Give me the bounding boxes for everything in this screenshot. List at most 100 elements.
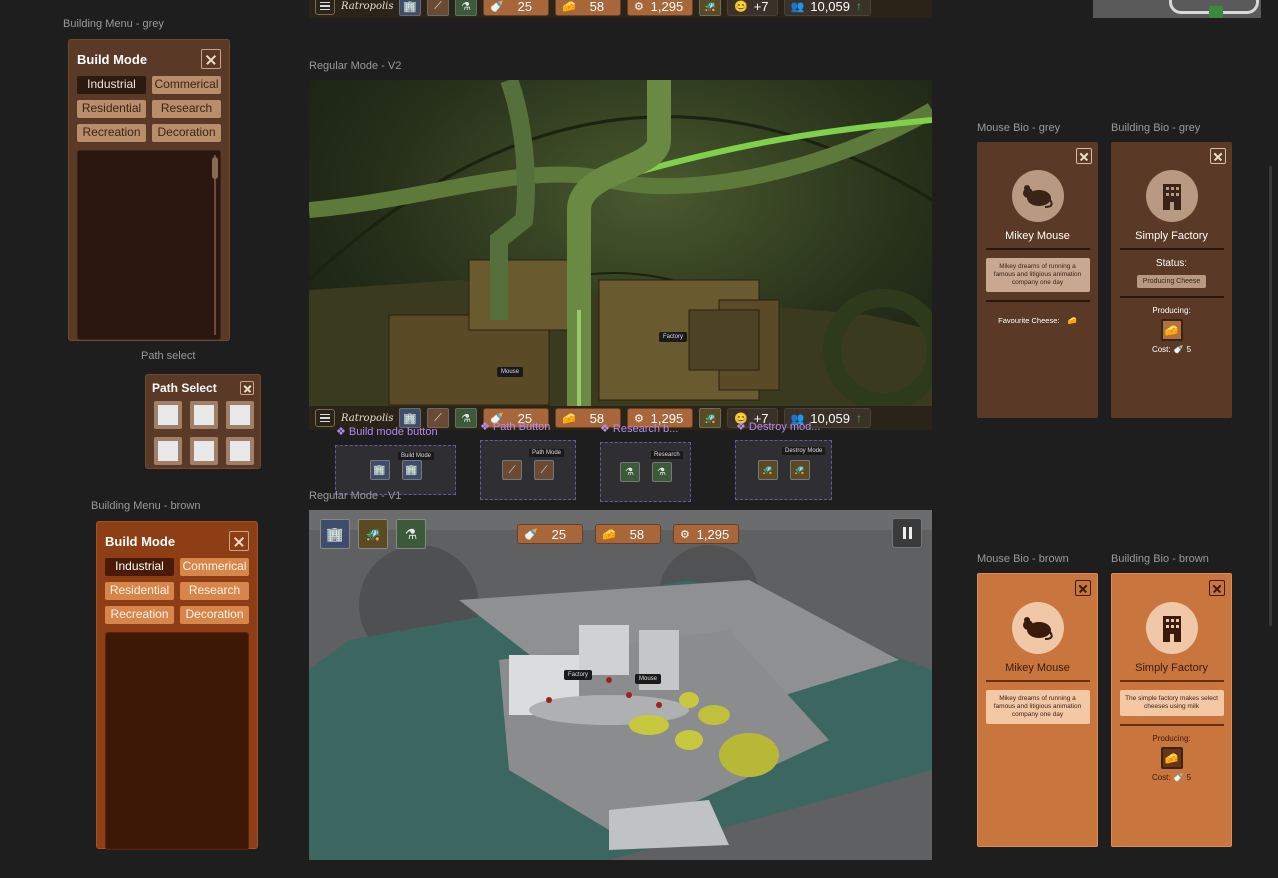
gear-icon: ⚙ (680, 528, 690, 541)
category-commercial[interactable]: Commerical (180, 558, 249, 576)
building-description: The simple factory makes select cheeses … (1119, 690, 1224, 717)
hamburger-menu-icon[interactable] (315, 0, 335, 15)
milk-bottle-icon: 🍼 (1173, 345, 1184, 354)
close-icon[interactable] (1075, 580, 1091, 596)
cost-value: 5 (1186, 345, 1192, 354)
flask-icon[interactable]: ⚗ (455, 408, 477, 428)
research-button[interactable]: ⚗ (396, 519, 426, 549)
path-select-header: Path Select (152, 381, 254, 395)
canvas-scrollbar[interactable] (1269, 166, 1272, 626)
scrollbar-track[interactable] (214, 155, 216, 335)
flask-icon[interactable]: ⚗ (619, 462, 640, 482)
close-icon[interactable] (229, 531, 249, 551)
bio-close-row (1111, 148, 1232, 166)
top-hud-bar-partial: Ratropolis 🏢 ⟋ ⚗ 🍼 25 🧀 58 ⚙ 1,295 🚜 😊 +7 👥 1… (309, 0, 932, 18)
bulldozer-icon[interactable]: 🚜 (757, 460, 778, 480)
flask-icon[interactable]: ⚗ (455, 0, 477, 16)
mouse-icon (1022, 617, 1053, 640)
category-commercial[interactable]: Commerical (152, 76, 221, 94)
path-tile[interactable] (154, 437, 182, 465)
divider (1119, 724, 1224, 727)
cost-label: Cost: (1151, 345, 1171, 354)
build-mode-button[interactable]: 🏢 (320, 519, 350, 549)
partial-frame-top-right (1093, 0, 1261, 18)
bio-close-row (1112, 580, 1231, 598)
label-path-button: ❖ Path Button (480, 421, 551, 433)
close-icon[interactable] (1210, 148, 1226, 164)
path-tool-icon[interactable]: ⟋ (502, 460, 522, 480)
bulldozer-icon[interactable]: 🚜 (699, 0, 721, 16)
path-tile[interactable] (190, 401, 218, 429)
building-menu-brown: Build Mode Industrial Commerical Residen… (96, 521, 258, 850)
destroy-mode-button[interactable]: 🚜 (358, 519, 388, 549)
hamburger-menu-icon[interactable] (315, 409, 335, 427)
build-mode-icon[interactable]: 🏢 (401, 460, 422, 480)
close-icon[interactable] (1209, 580, 1225, 596)
factory-tag[interactable]: Factory (659, 332, 688, 342)
label-regular-mode-v1: Regular Mode - V1 (309, 490, 402, 502)
cost-value: 5 (1186, 773, 1192, 783)
path-tile[interactable] (226, 401, 254, 429)
bulldozer-icon[interactable]: 🚜 (789, 460, 810, 480)
game-viewport-v2[interactable]: Factory Mouse (309, 80, 932, 406)
mouse-tag[interactable]: Mouse (635, 674, 662, 684)
factory-tag[interactable]: Factory (564, 670, 593, 680)
producing-label: Producing: (1152, 306, 1191, 315)
path-tile[interactable] (190, 437, 218, 465)
label-build-mode-button: ❖ Build mode button (336, 426, 438, 438)
category-research[interactable]: Research (152, 100, 221, 118)
bio-close-row (978, 580, 1097, 598)
scrollbar-thumb[interactable] (212, 157, 218, 179)
path-tool-icon[interactable]: ⟋ (427, 0, 449, 16)
gears-resource: ⚙ 1,295 (627, 0, 693, 16)
building-menu-header: Build Mode (77, 48, 221, 70)
category-residential[interactable]: Residential (77, 100, 146, 118)
cheese-resource: 🧀 58 (595, 524, 661, 544)
building-menu-grey: Build Mode Industrial Commerical Residen… (68, 39, 230, 341)
cheese-icon: 🧀 (562, 0, 576, 13)
path-tile[interactable] (154, 401, 182, 429)
category-recreation[interactable]: Recreation (77, 124, 146, 142)
category-recreation[interactable]: Recreation (105, 606, 174, 624)
bulldozer-icon[interactable]: 🚜 (699, 408, 721, 428)
build-mode-icon[interactable]: 🏢 (369, 460, 390, 480)
building-name: Simply Factory (1135, 230, 1208, 242)
arrow-up-icon: ↑ (856, 411, 862, 425)
mouse-name: Mikey Mouse (1005, 230, 1070, 242)
path-tile[interactable] (226, 437, 254, 465)
mouse-tag[interactable]: Mouse (497, 367, 524, 377)
building-list[interactable] (105, 632, 249, 850)
build-mode-icon[interactable]: 🏢 (399, 0, 421, 16)
path-tool-icon[interactable]: ⟋ (534, 460, 554, 480)
game-viewport-v1[interactable]: Factory Mouse 🏢 🚜 ⚗ 🍼 25 🧀 58 ⚙ 1,295 (309, 510, 932, 860)
frame-badge-icon (1209, 6, 1223, 18)
flask-icon[interactable]: ⚗ (651, 462, 672, 482)
city-scene-illustration (309, 530, 932, 860)
category-decoration[interactable]: Decoration (180, 606, 249, 624)
divider (1119, 248, 1224, 250)
mouse-description: Mikey dreams of running a famous and lit… (985, 258, 1090, 293)
milk-resource: 🍼 25 (517, 524, 583, 544)
research-button-component: ⚗ ⚗ Research (600, 442, 691, 502)
milk-resource: 🍼 25 (483, 0, 549, 16)
factory-icon (1162, 616, 1181, 642)
pause-button[interactable] (892, 518, 922, 548)
path-button-component: ⟋ ⟋ Path Mode (480, 440, 576, 500)
category-industrial[interactable]: Industrial (77, 76, 146, 94)
category-residential[interactable]: Residential (105, 582, 174, 600)
cheese-icon: 🧀 (1160, 747, 1183, 770)
close-icon[interactable] (201, 49, 221, 69)
label-building-menu-brown: Building Menu - brown (91, 500, 201, 512)
factory-icon (1162, 184, 1181, 210)
mouse-bio-card-grey: Mikey Mouse Mikey dreams of running a fa… (977, 142, 1098, 418)
close-icon[interactable] (1076, 148, 1092, 164)
label-path-select: Path select (141, 350, 196, 362)
category-industrial[interactable]: Industrial (105, 558, 174, 576)
close-icon[interactable] (240, 381, 254, 395)
milk-bottle-icon: 🍼 (1173, 773, 1184, 783)
path-select-panel: Path Select (145, 374, 261, 469)
building-menu-title: Build Mode (105, 533, 176, 549)
category-research[interactable]: Research (180, 582, 249, 600)
category-decoration[interactable]: Decoration (152, 124, 221, 142)
building-list[interactable] (77, 150, 221, 340)
